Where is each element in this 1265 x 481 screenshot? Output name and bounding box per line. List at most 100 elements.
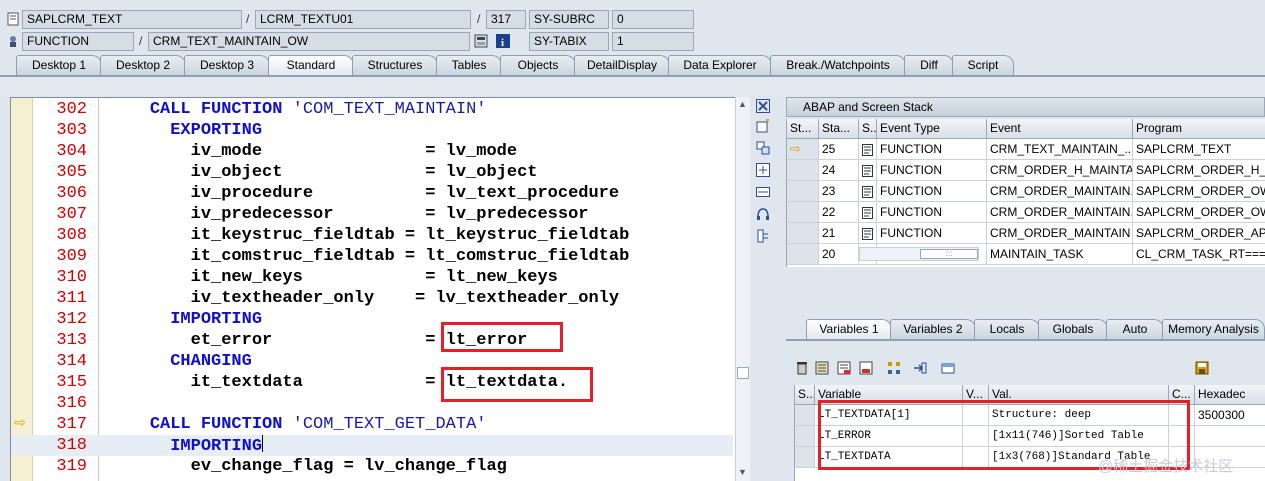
tab-diff[interactable]: Diff xyxy=(904,55,954,75)
stack-event-type[interactable]: FUNCTION xyxy=(877,223,987,244)
sy-tabix-value[interactable]: 1 xyxy=(612,32,694,51)
stack-column-header[interactable]: S... xyxy=(859,119,877,139)
scroll-thumb[interactable]: ::: xyxy=(920,249,978,259)
stack-program[interactable]: SAPLCRM_ORDER_OW xyxy=(1133,181,1265,202)
include-field[interactable]: LCRM_TEXTU01 xyxy=(255,10,471,29)
export-icon[interactable] xyxy=(858,361,874,377)
code-line[interactable]: 308 it_keystruc_fieldtab = lt_keystruc_f… xyxy=(11,225,733,246)
stack-level[interactable]: 20 xyxy=(819,244,859,265)
stack-event[interactable]: CRM_ORDER_MAINTAIN... xyxy=(987,202,1133,223)
stack-horizontal-scrollbar[interactable]: ::: xyxy=(859,247,979,261)
code-line[interactable]: 311 iv_textheader_only = lv_textheader_o… xyxy=(11,288,733,309)
stack-column-header[interactable]: St... xyxy=(787,119,819,139)
scroll-down-icon[interactable]: ▼ xyxy=(738,467,747,477)
variable-column-header[interactable]: Hexadec xyxy=(1195,385,1265,405)
stack-column-header[interactable]: Program xyxy=(1133,119,1265,139)
variable-row-selector[interactable] xyxy=(795,447,815,468)
stack-column-header[interactable]: Sta... xyxy=(819,119,859,139)
tab-break-watchpoints[interactable]: Break./Watchpoints xyxy=(770,55,906,75)
stack-event-icon-cell[interactable] xyxy=(859,160,877,181)
stack-event[interactable]: CRM_TEXT_MAINTAIN_... xyxy=(987,139,1133,160)
stack-active-cell[interactable] xyxy=(787,244,819,265)
sy-subrc-value[interactable]: 0 xyxy=(612,10,694,29)
stack-active-cell[interactable]: ⇨ xyxy=(787,139,819,160)
resize-icon[interactable] xyxy=(755,185,771,201)
program-field[interactable]: SAPLCRM_TEXT xyxy=(22,10,242,29)
stack-event-icon-cell[interactable] xyxy=(859,223,877,244)
tab-desktop-2[interactable]: Desktop 2 xyxy=(100,55,186,75)
stack-program[interactable]: CL_CRM_TASK_RT==== xyxy=(1133,244,1265,265)
stack-event[interactable]: MAINTAIN_TASK xyxy=(987,244,1133,265)
variable-hex[interactable]: 3500300 xyxy=(1195,405,1265,426)
navigate-icon[interactable] xyxy=(912,361,928,377)
stack-level[interactable]: 24 xyxy=(819,160,859,181)
stack-program[interactable]: SAPLCRM_ORDER_API xyxy=(1133,223,1265,244)
tab-desktop-1[interactable]: Desktop 1 xyxy=(16,55,102,75)
editor-vertical-scrollbar[interactable]: ▲ ▼ xyxy=(735,97,750,481)
tab-desktop-3[interactable]: Desktop 3 xyxy=(184,55,270,75)
tab-locals[interactable]: Locals xyxy=(974,319,1040,339)
tab-detail-display[interactable]: DetailDisplay xyxy=(574,55,670,75)
stack-event-type[interactable]: FUNCTION xyxy=(877,202,987,223)
stack-event-icon-cell[interactable] xyxy=(859,139,877,160)
stack-program[interactable]: SAPLCRM_ORDER_H_OW xyxy=(1133,160,1265,181)
code-line[interactable]: 310 it_new_keys = lt_new_keys xyxy=(11,267,733,288)
source-code-editor[interactable]: 302 CALL FUNCTION 'COM_TEXT_MAINTAIN' 303… xyxy=(10,97,750,481)
code-line[interactable]: 306 iv_procedure = lv_text_procedure xyxy=(11,183,733,204)
stack-event-icon-cell[interactable] xyxy=(859,181,877,202)
close-pane-icon[interactable] xyxy=(755,99,771,115)
event-type-field[interactable]: FUNCTION xyxy=(22,32,134,51)
variable-row-selector[interactable] xyxy=(795,426,815,447)
code-line[interactable]: 303 EXPORTING xyxy=(11,120,733,141)
stack-program[interactable]: SAPLCRM_TEXT xyxy=(1133,139,1265,160)
tab-script[interactable]: Script xyxy=(952,55,1014,75)
services-icon[interactable] xyxy=(755,207,771,223)
new-tool-icon[interactable] xyxy=(755,119,771,135)
scroll-up-icon[interactable]: ▲ xyxy=(738,99,747,109)
stack-event-type[interactable]: FUNCTION xyxy=(877,139,987,160)
settings-icon[interactable] xyxy=(755,229,771,245)
stack-column-header[interactable]: Event xyxy=(987,119,1133,139)
stack-column-header[interactable]: Event Type xyxy=(877,119,987,139)
info-icon[interactable]: i xyxy=(496,34,510,49)
tab-structures[interactable]: Structures xyxy=(352,55,438,75)
tab-globals[interactable]: Globals xyxy=(1038,319,1108,339)
stack-event[interactable]: CRM_ORDER_MAINTAIN xyxy=(987,223,1133,244)
tab-objects[interactable]: Objects xyxy=(500,55,576,75)
code-line[interactable]: 312 IMPORTING xyxy=(11,309,733,330)
load-variables-icon[interactable] xyxy=(836,361,852,377)
code-line[interactable]: 315 it_textdata = lt_textdata. xyxy=(11,372,733,393)
code-line[interactable]: 302 CALL FUNCTION 'COM_TEXT_MAINTAIN' xyxy=(11,99,733,120)
stack-level[interactable]: 23 xyxy=(819,181,859,202)
display-object-icon[interactable] xyxy=(474,34,488,48)
tab-data-explorer[interactable]: Data Explorer xyxy=(668,55,772,75)
maximize-icon[interactable] xyxy=(755,163,771,179)
stack-event-icon-cell[interactable] xyxy=(859,202,877,223)
swap-tool-icon[interactable] xyxy=(755,141,771,157)
stack-level[interactable]: 25 xyxy=(819,139,859,160)
stack-active-cell[interactable] xyxy=(787,202,819,223)
line-field[interactable]: 317 xyxy=(486,10,526,29)
code-line[interactable]: 314 CHANGING xyxy=(11,351,733,372)
variable-row-selector[interactable] xyxy=(795,405,815,426)
tab-auto[interactable]: Auto xyxy=(1106,319,1164,339)
save-variables-icon[interactable] xyxy=(814,361,830,377)
stack-program[interactable]: SAPLCRM_ORDER_OW xyxy=(1133,202,1265,223)
variable-column-header[interactable]: S... xyxy=(795,385,815,405)
tab-memory-analysis[interactable]: Memory Analysis xyxy=(1162,319,1265,339)
code-line[interactable]: 309 it_comstruc_fieldtab = lt_comstruc_f… xyxy=(11,246,733,267)
delete-icon[interactable] xyxy=(794,361,810,377)
stack-active-cell[interactable] xyxy=(787,223,819,244)
code-line[interactable]: 318 IMPORTING xyxy=(11,435,733,456)
stack-event[interactable]: CRM_ORDER_H_MAINTA... xyxy=(987,160,1133,181)
scroll-thumb[interactable] xyxy=(737,367,749,379)
variable-hex[interactable] xyxy=(1195,426,1265,447)
stack-event-type[interactable]: FUNCTION xyxy=(877,160,987,181)
event-name-field[interactable]: CRM_TEXT_MAINTAIN_OW xyxy=(148,32,470,51)
code-line[interactable]: ⇨ 317 CALL FUNCTION 'COM_TEXT_GET_DATA' xyxy=(11,414,733,435)
stack-level[interactable]: 21 xyxy=(819,223,859,244)
code-line[interactable]: 307 iv_predecessor = lv_predecessor xyxy=(11,204,733,225)
code-line[interactable]: 316 xyxy=(11,393,733,414)
hierarchy-icon[interactable] xyxy=(886,361,902,377)
code-line[interactable]: 319 ev_change_flag = lv_change_flag xyxy=(11,456,733,477)
